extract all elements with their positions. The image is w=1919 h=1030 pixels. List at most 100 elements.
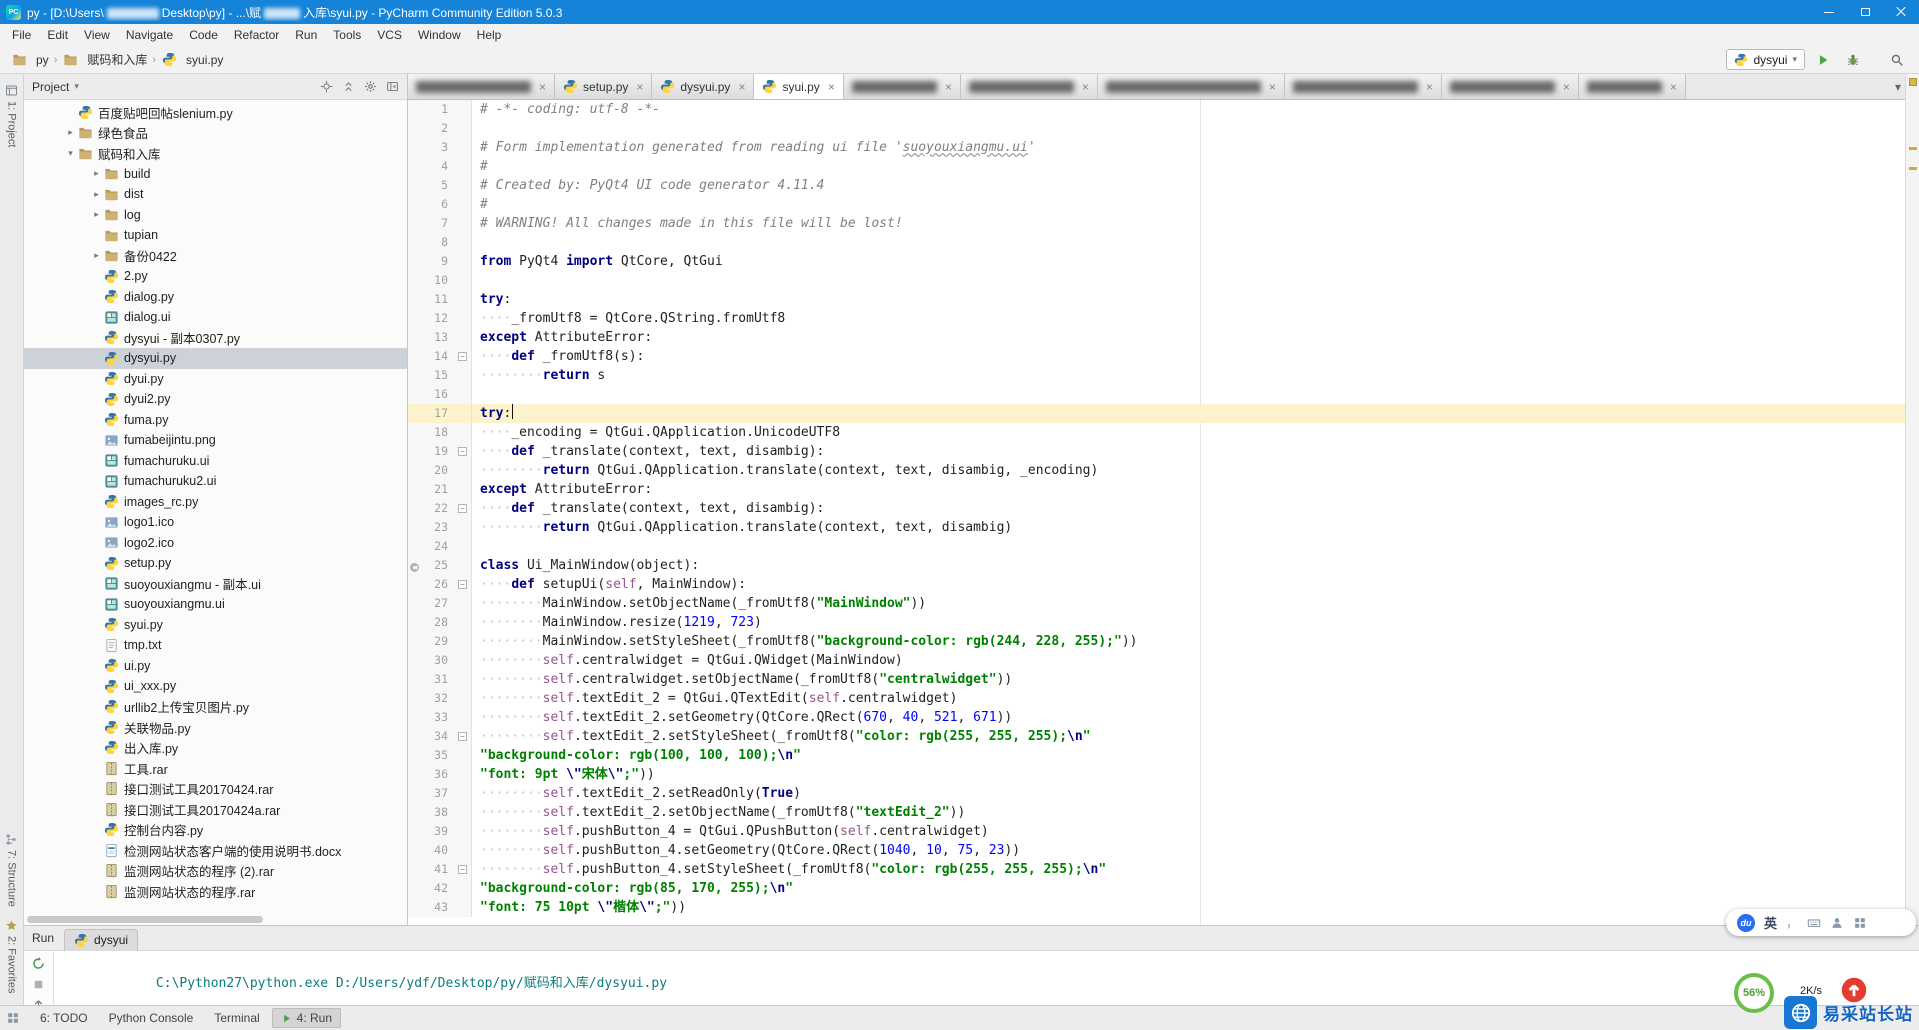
tree-item[interactable]: fumachuruku2.ui [24,471,407,492]
tree-item[interactable]: ▾赋码和入库 [24,143,407,164]
tool-window-switcher-icon[interactable] [6,1011,20,1025]
editor-tab[interactable]: × [961,74,1098,99]
code-line[interactable]: 41−········self.pushButton_4.setStyleShe… [408,860,1905,879]
menu-item-window[interactable]: Window [410,25,469,45]
editor-tab[interactable]: × [408,74,555,99]
code-line[interactable]: 12····_fromUtf8 = QtCore.QString.fromUtf… [408,309,1905,328]
tree-item[interactable]: dialog.ui [24,307,407,328]
tree-item[interactable]: logo1.ico [24,512,407,533]
code-line[interactable]: 35"background-color: rgb(100, 100, 100);… [408,746,1905,765]
code-line[interactable]: 42"background-color: rgb(85, 170, 255);\… [408,879,1905,898]
tree-item[interactable]: 检测网站状态客户端的使用说明书.docx [24,840,407,861]
code-line[interactable]: 43"font: 75 10pt \"楷体\";")) [408,898,1905,917]
gear-icon[interactable] [364,80,377,93]
tree-item[interactable]: ui.py [24,656,407,677]
code-line[interactable]: 18····_encoding = QtGui.QApplication.Uni… [408,423,1905,442]
tree-item[interactable]: fuma.py [24,410,407,431]
run-console[interactable]: C:\Python27\python.exe D:/Users/ydf/Desk… [54,951,1919,1005]
menu-item-run[interactable]: Run [287,25,325,45]
statusbar-item-6-todo[interactable]: 6: TODO [31,1008,97,1028]
tab-close-icon[interactable]: × [1082,80,1089,94]
editor-tab[interactable]: × [1579,74,1686,99]
tab-close-icon[interactable]: × [945,80,952,94]
tree-arrow-icon[interactable]: ▸ [64,127,77,138]
horizontal-scrollbar[interactable] [27,916,263,923]
menu-item-navigate[interactable]: Navigate [118,25,181,45]
editor[interactable]: 1# -*- coding: utf-8 -*-23# Form impleme… [408,100,1905,925]
code-line[interactable]: 5# Created by: PyQt4 UI code generator 4… [408,176,1905,195]
breadcrumb-item[interactable]: syui.py [158,50,226,70]
tree-arrow-icon[interactable]: ▸ [90,168,103,179]
tree-item[interactable]: 监测网站状态的程序 (2).rar [24,861,407,882]
tree-item[interactable]: images_rc.py [24,492,407,513]
hide-icon[interactable] [386,80,399,93]
tree-item[interactable]: ui_xxx.py [24,676,407,697]
tree-arrow-icon[interactable]: ▸ [90,209,103,220]
error-stripe-mark[interactable] [1909,147,1917,150]
code-line[interactable]: 28········MainWindow.resize(1219, 723) [408,613,1905,632]
code-line[interactable]: 17try: [408,404,1905,423]
menu-item-refactor[interactable]: Refactor [226,25,287,45]
code-line[interactable]: 15········return s [408,366,1905,385]
run-button[interactable] [1811,49,1835,71]
search-icon[interactable] [1885,49,1909,71]
tree-arrow-icon[interactable]: ▸ [90,250,103,261]
statusbar-item-terminal[interactable]: Terminal [205,1008,268,1028]
tree-item[interactable]: tupian [24,225,407,246]
tree-item[interactable]: fumabeijintu.png [24,430,407,451]
tree-item[interactable]: urllib2上传宝贝图片.py [24,697,407,718]
collapse-icon[interactable] [342,80,355,93]
tree-item[interactable]: 关联物品.py [24,717,407,738]
statusbar-item-python-console[interactable]: Python Console [100,1008,203,1028]
fold-marker-icon[interactable]: − [458,504,467,513]
inspection-indicator-icon[interactable] [1909,78,1917,86]
tree-item[interactable]: 接口测试工具20170424.rar [24,779,407,800]
fold-marker-icon[interactable]: − [458,732,467,741]
code-line[interactable]: 36"font: 9pt \"宋体\";")) [408,765,1905,784]
code-line[interactable]: 31········self.centralwidget.setObjectNa… [408,670,1905,689]
code-line[interactable]: 3# Form implementation generated from re… [408,138,1905,157]
tab-close-icon[interactable]: × [1269,80,1276,94]
tree-item[interactable]: 控制台内容.py [24,820,407,841]
code-line[interactable]: 33········self.textEdit_2.setGeometry(Qt… [408,708,1905,727]
tree-item[interactable]: 工具.rar [24,758,407,779]
menu-item-tools[interactable]: Tools [325,25,369,45]
tree-item[interactable]: tmp.txt [24,635,407,656]
code-line[interactable]: 14−····def _fromUtf8(s): [408,347,1905,366]
editor-tab[interactable]: × [1098,74,1285,99]
editor-tab[interactable]: × [1285,74,1442,99]
tab-close-icon[interactable]: × [539,80,546,94]
fold-marker-icon[interactable]: − [458,352,467,361]
editor-tab[interactable]: × [1442,74,1579,99]
tab-close-icon[interactable]: × [1670,80,1677,94]
menu-item-vcs[interactable]: VCS [369,25,410,45]
breadcrumb-item[interactable]: py [8,50,52,70]
tab-close-icon[interactable]: × [828,80,835,94]
tree-item[interactable]: 接口测试工具20170424a.rar [24,799,407,820]
run-config-selector[interactable]: dysyui ▾ [1726,49,1805,70]
keyboard-icon[interactable] [1807,916,1821,930]
rerun-icon[interactable] [31,956,46,971]
speed-ball-badge[interactable]: 56% [1734,973,1774,1013]
fold-marker-icon[interactable]: − [458,447,467,456]
code-line[interactable]: 25class Ui_MainWindow(object): [408,556,1905,575]
punctuation-icon[interactable]: ， [1786,914,1798,931]
run-tab-dysyui[interactable]: dysyui [64,929,138,951]
code-line[interactable]: 10 [408,271,1905,290]
code-line[interactable]: 32········self.textEdit_2 = QtGui.QTextE… [408,689,1905,708]
tab-list-chevron-icon[interactable]: ▾ [1891,74,1905,99]
stripe-button--project[interactable]: 1: Project [5,84,18,147]
stripe-button--structure[interactable]: 7: Structure [5,833,18,907]
code-line[interactable]: 22−····def _translate(context, text, dis… [408,499,1905,518]
ime-toolbar[interactable]: du 英 ， [1726,909,1916,936]
code-line[interactable]: 4# [408,157,1905,176]
grid-icon[interactable] [1853,916,1867,930]
tab-close-icon[interactable]: × [738,80,745,94]
menu-item-view[interactable]: View [76,25,118,45]
code-line[interactable]: 7# WARNING! All changes made in this fil… [408,214,1905,233]
project-panel-title[interactable]: Project [32,80,69,94]
code-line[interactable]: 30········self.centralwidget = QtGui.QWi… [408,651,1905,670]
code-line[interactable]: 21except AttributeError: [408,480,1905,499]
code-line[interactable]: 40········self.pushButton_4.setGeometry(… [408,841,1905,860]
user-icon[interactable] [1830,916,1844,930]
